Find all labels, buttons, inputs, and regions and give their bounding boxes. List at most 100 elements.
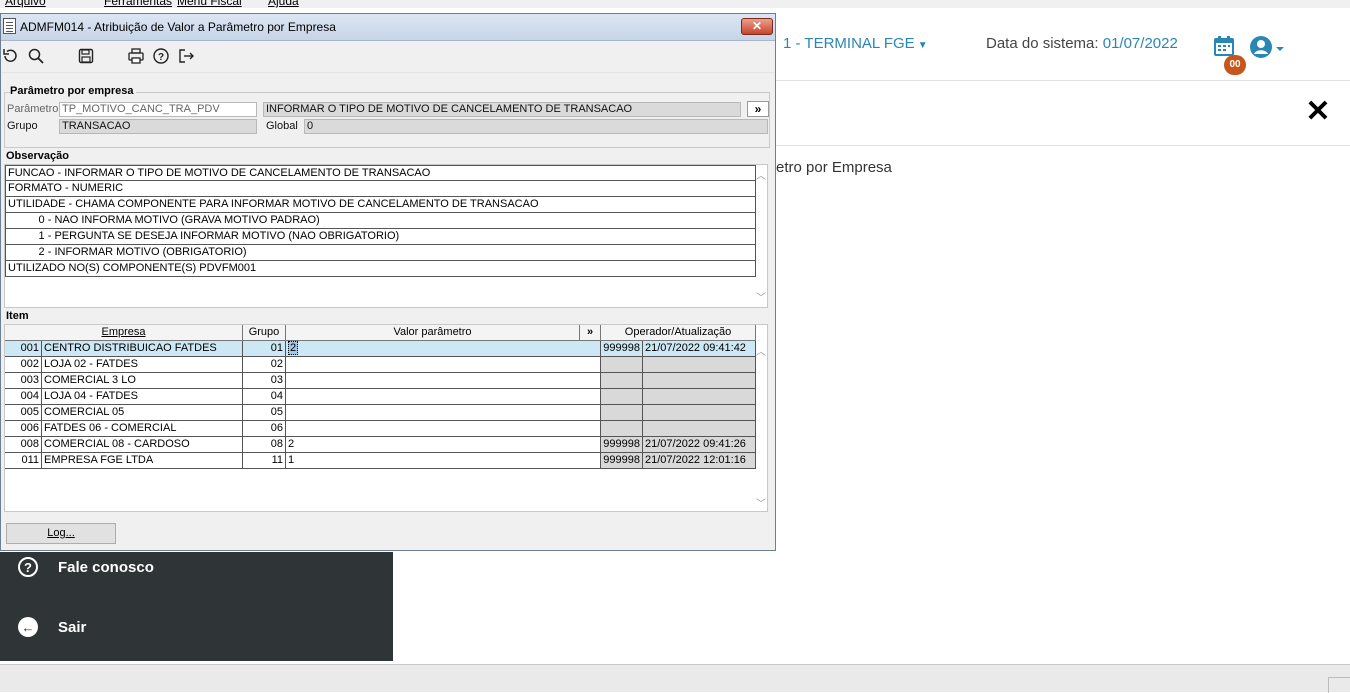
scroll-up-icon[interactable]: ︿ <box>755 343 767 358</box>
parameter-code-field[interactable]: TP_MOTIVO_CANC_TRA_PDV <box>59 102 257 117</box>
grupo-label: Grupo <box>7 120 38 132</box>
cell-grupo: 02 <box>243 357 286 373</box>
dialog-titlebar[interactable]: ADMFM014 - Atribuição de Valor a Parâmet… <box>1 14 775 41</box>
item-title: Item <box>6 310 31 322</box>
calendar-icon[interactable] <box>1213 35 1235 57</box>
cell-empresa: LOJA 02 - FATDES <box>42 357 243 373</box>
cell-operador: 999998 <box>601 453 643 469</box>
cell-valor[interactable] <box>286 373 601 389</box>
cell-data: 21/07/2022 09:41:26 <box>643 437 756 453</box>
cell-valor[interactable] <box>286 389 601 405</box>
background-page-title: etro por Empresa <box>776 159 892 176</box>
cell-grupo: 01 <box>243 341 286 357</box>
active-cell-value[interactable]: 2 <box>288 341 299 355</box>
parameter-description-field: INFORMAR O TIPO DE MOTIVO DE CANCELAMENT… <box>263 102 741 117</box>
cell-operador <box>601 389 643 405</box>
observacao-line: 2 - INFORMAR MOTIVO (OBRIGATORIO) <box>5 245 756 261</box>
table-row[interactable]: 001 CENTRO DISTRIBUICAO FATDES 01 2 999998 21… <box>5 341 756 357</box>
cell-code: 006 <box>5 421 42 437</box>
column-header-grupo[interactable]: Grupo <box>243 325 286 341</box>
observacao-line: UTILIDADE - CHAMA COMPONENTE PARA INFORM… <box>5 197 756 213</box>
dialog-toolbar: ? <box>1 42 775 70</box>
column-header-valor[interactable]: Valor parâmetro <box>286 325 580 341</box>
cell-data <box>643 405 756 421</box>
column-header-operador[interactable]: Operador/Atualização <box>601 325 756 341</box>
arrow-left-circle-icon: ← <box>18 617 38 637</box>
help-icon[interactable]: ? <box>152 47 170 65</box>
exit-icon[interactable] <box>177 47 195 65</box>
scroll-down-icon[interactable]: ﹀ <box>755 289 767 304</box>
table-row[interactable]: 005 COMERCIAL 05 05 <box>5 405 756 421</box>
cell-operador: 999998 <box>601 437 643 453</box>
cell-empresa: COMERCIAL 08 - CARDOSO <box>42 437 243 453</box>
global-label: Global <box>266 120 298 132</box>
table-row[interactable]: 011 EMPRESA FGE LTDA 11 1 999998 21/07/2022 1… <box>5 453 756 469</box>
cell-valor[interactable]: 2 <box>286 437 601 453</box>
item-grid: Empresa Grupo Valor parâmetro » Operador… <box>4 324 768 512</box>
notification-badge: 00 <box>1224 55 1246 75</box>
scroll-up-icon[interactable]: ︿ <box>755 167 767 182</box>
column-expand-button[interactable]: » <box>580 325 601 341</box>
log-button[interactable]: Log... <box>6 523 116 544</box>
parameter-expand-button[interactable]: » <box>747 101 769 117</box>
parameter-dialog: ADMFM014 - Atribuição de Valor a Parâmet… <box>0 13 776 551</box>
cell-grupo: 03 <box>243 373 286 389</box>
save-icon[interactable] <box>77 47 95 65</box>
cell-operador <box>601 405 643 421</box>
cell-data <box>643 373 756 389</box>
global-field: 0 <box>304 119 768 134</box>
cell-code: 008 <box>5 437 42 453</box>
cell-grupo: 04 <box>243 389 286 405</box>
cell-empresa: CENTRO DISTRIBUICAO FATDES <box>42 341 243 357</box>
print-icon[interactable] <box>127 47 145 65</box>
menu-ajuda[interactable]: Ajuda <box>268 0 299 8</box>
menu-arquivo[interactable]: Arquivo <box>5 0 46 8</box>
cell-empresa: EMPRESA FGE LTDA <box>42 453 243 469</box>
observacao-line: FORMATO - NUMERIC <box>5 181 756 197</box>
dialog-close-button[interactable]: ✕ <box>741 18 773 35</box>
observacao-line: 1 - PERGUNTA SE DESEJA INFORMAR MOTIVO (… <box>5 229 756 245</box>
cell-grupo: 11 <box>243 453 286 469</box>
cell-operador <box>601 373 643 389</box>
cell-code: 011 <box>5 453 42 469</box>
terminal-selector[interactable]: 1 - TERMINAL FGE ▼ <box>783 35 928 52</box>
cell-valor[interactable] <box>286 421 601 437</box>
table-row[interactable]: 006 FATDES 06 - COMERCIAL 06 <box>5 421 756 437</box>
cell-operador: 999998 <box>601 341 643 357</box>
cell-data <box>643 421 756 437</box>
cell-valor[interactable] <box>286 405 601 421</box>
caret-down-icon: ▼ <box>917 40 928 51</box>
cell-code: 003 <box>5 373 42 389</box>
cell-valor[interactable] <box>286 357 601 373</box>
search-icon[interactable] <box>27 47 45 65</box>
observacao-line: FUNCAO - INFORMAR O TIPO DE MOTIVO DE CA… <box>5 165 756 181</box>
cell-code: 005 <box>5 405 42 421</box>
system-date: Data do sistema: 01/07/2022 <box>986 35 1178 52</box>
help-circle-icon: ? <box>18 557 38 577</box>
sidebar: ? Fale conosco ← Sair <box>0 552 393 661</box>
undo-icon[interactable] <box>1 47 19 65</box>
cell-code: 001 <box>5 341 42 357</box>
menu-fiscal[interactable]: Menu Fiscal <box>177 0 242 8</box>
sidebar-item-label: Sair <box>58 618 87 636</box>
sidebar-item-fale-conosco[interactable]: ? Fale conosco <box>18 555 154 579</box>
table-row[interactable]: 008 COMERCIAL 08 - CARDOSO 08 2 999998 21/07/… <box>5 437 756 453</box>
sidebar-item-label: Fale conosco <box>58 558 154 576</box>
table-row[interactable]: 003 COMERCIAL 3 LO 03 <box>5 373 756 389</box>
scroll-down-icon[interactable]: ﹀ <box>755 495 767 510</box>
sidebar-item-sair[interactable]: ← Sair <box>18 615 86 639</box>
cell-code: 004 <box>5 389 42 405</box>
table-row[interactable]: 004 LOJA 04 - FATDES 04 <box>5 389 756 405</box>
table-row[interactable]: 002 LOJA 02 - FATDES 02 <box>5 357 756 373</box>
menu-ferramentas[interactable]: Ferramentas <box>104 0 172 8</box>
content-divider <box>776 145 1350 146</box>
status-bar-cell <box>1328 677 1350 693</box>
cell-valor[interactable]: 2 <box>286 341 601 357</box>
user-account-icon[interactable] <box>1249 35 1285 59</box>
menu-bar: Arquivo Ferramentas Menu Fiscal Ajuda <box>0 0 1350 8</box>
svg-text:?: ? <box>158 52 164 63</box>
close-icon[interactable]: ✕ <box>1304 97 1332 127</box>
cell-operador <box>601 421 643 437</box>
column-header-empresa[interactable]: Empresa <box>5 325 243 341</box>
cell-valor[interactable]: 1 <box>286 453 601 469</box>
